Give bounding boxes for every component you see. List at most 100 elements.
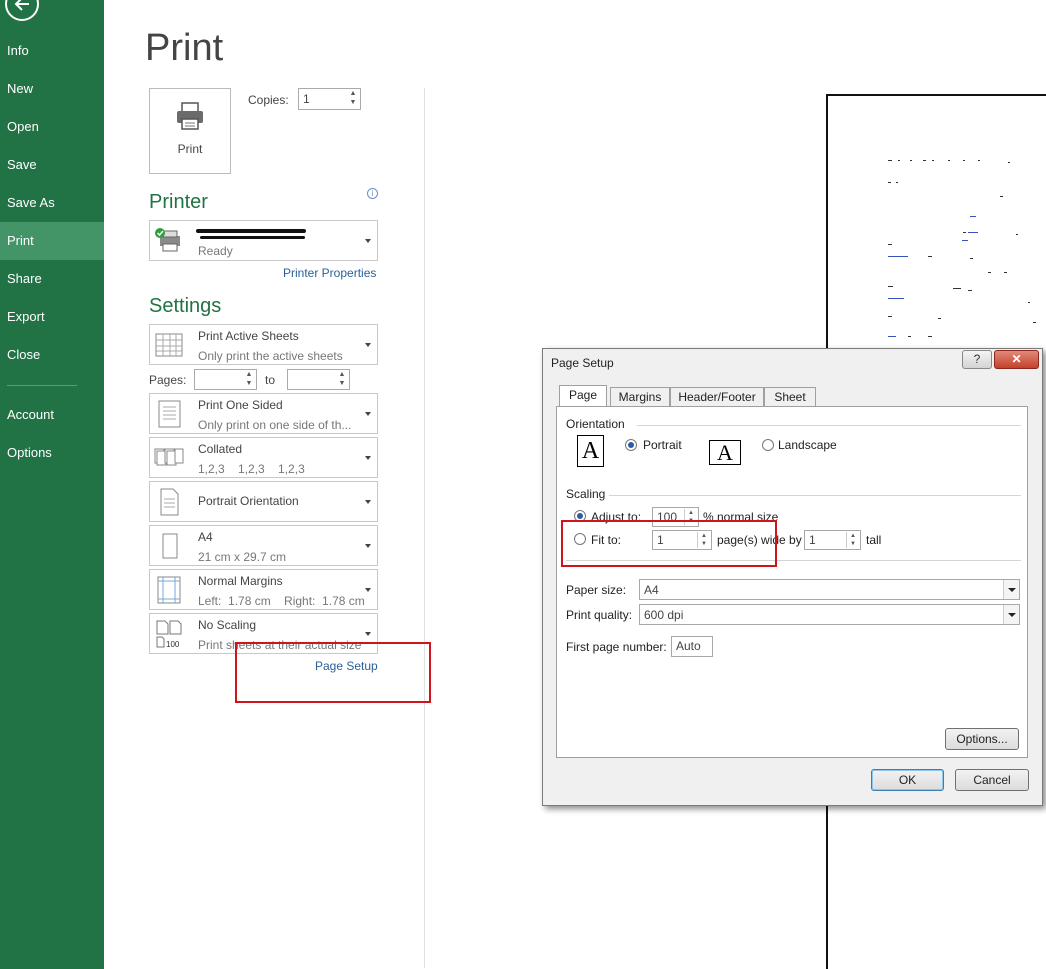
tab-sheet[interactable]: Sheet — [764, 387, 816, 407]
pages-to-down-icon[interactable]: ▼ — [337, 380, 347, 388]
margins-dropdown[interactable]: Normal Margins Left: 1.78 cm Right: 1.78… — [149, 569, 378, 610]
chevron-down-icon — [365, 543, 371, 548]
nav-print[interactable]: Print — [0, 222, 104, 260]
pages-from-up-icon[interactable]: ▲ — [244, 371, 254, 379]
collated-icon — [154, 448, 184, 466]
page-setup-dialog: Page Setup ? ✕ Page Margins Header/Foote… — [542, 348, 1043, 806]
pages-label: Pages: — [149, 373, 187, 387]
paper-size-value: A4 — [644, 583, 659, 597]
cancel-button[interactable]: Cancel — [955, 769, 1029, 791]
copies-up-icon[interactable]: ▲ — [348, 90, 358, 98]
print-what-sub: Only print the active sheets — [198, 349, 343, 363]
nav-divider — [7, 385, 77, 386]
settings-heading: Settings — [149, 295, 222, 317]
fit-tall-input[interactable]: 1 ▲ ▼ — [804, 530, 861, 550]
print-button-label: Print — [177, 142, 203, 156]
redacted-printer-name-2 — [200, 236, 305, 239]
landscape-label[interactable]: Landscape — [778, 438, 837, 452]
margins-icon — [157, 576, 181, 604]
orientation-group-label: Orientation — [566, 417, 625, 431]
chevron-down-icon — [1003, 580, 1019, 599]
print-what-dropdown[interactable]: Print Active Sheets Only print the activ… — [149, 324, 378, 365]
chevron-down-icon — [365, 342, 371, 347]
fit-tall-spin-icon[interactable]: ▲ ▼ — [846, 532, 859, 548]
copies-input[interactable]: 1 ▲ ▼ — [298, 88, 361, 110]
pages-from-down-icon[interactable]: ▼ — [244, 380, 254, 388]
paper-size-dropdown[interactable]: A4 21 cm x 29.7 cm — [149, 525, 378, 566]
chevron-down-icon — [365, 411, 371, 416]
info-icon[interactable]: i — [367, 188, 378, 199]
printer-icon — [177, 102, 203, 130]
nav-export[interactable]: Export — [0, 298, 104, 336]
tab-margins[interactable]: Margins — [610, 387, 670, 407]
scaling-group-line — [609, 495, 1021, 496]
pages-to-up-icon[interactable]: ▲ — [337, 371, 347, 379]
dialog-title: Page Setup — [551, 356, 614, 370]
ok-button[interactable]: OK — [871, 769, 944, 791]
highlight-fit-to — [561, 520, 777, 567]
nav-save-as[interactable]: Save As — [0, 184, 104, 222]
nav-account[interactable]: Account — [0, 396, 104, 434]
collate-sub: 1,2,3 1,2,3 1,2,3 — [198, 462, 305, 476]
print-what-title: Print Active Sheets — [198, 329, 299, 343]
scaling-group-label: Scaling — [566, 487, 606, 501]
nav-open[interactable]: Open — [0, 108, 104, 146]
print-quality-select[interactable]: 600 dpi — [639, 604, 1020, 625]
redacted-printer-name — [196, 229, 306, 233]
chevron-down-icon — [365, 587, 371, 592]
printer-status: Ready — [198, 244, 233, 258]
tab-page[interactable]: Page — [559, 385, 607, 407]
portrait-radio[interactable] — [625, 439, 637, 451]
copies-label: Copies: — [248, 93, 289, 107]
paper-title: A4 — [198, 530, 213, 544]
print-quality-value: 600 dpi — [644, 608, 684, 622]
excel-backstage-print: Info New Open Save Save As Print Share E… — [0, 0, 1046, 969]
portrait-icon: A — [577, 435, 604, 467]
nav-info[interactable]: Info — [0, 32, 104, 70]
pages-from-input[interactable]: ▲ ▼ — [194, 369, 257, 390]
nav-save[interactable]: Save — [0, 146, 104, 184]
backstage-sidebar: Info New Open Save Save As Print Share E… — [0, 0, 104, 969]
nav-share[interactable]: Share — [0, 260, 104, 298]
nav-close[interactable]: Close — [0, 336, 104, 374]
printer-status-icon — [155, 228, 180, 252]
print-button[interactable]: Print — [149, 88, 231, 174]
options-button[interactable]: Options... — [945, 728, 1019, 750]
orientation-dropdown[interactable]: Portrait Orientation — [149, 481, 378, 522]
copies-down-icon[interactable]: ▼ — [348, 99, 358, 107]
margins-sub: Left: 1.78 cm Right: 1.78 cm — [198, 594, 365, 608]
sides-dropdown[interactable]: Print One Sided Only print on one side o… — [149, 393, 378, 434]
collate-dropdown[interactable]: Collated 1,2,3 1,2,3 1,2,3 — [149, 437, 378, 478]
tall-label: tall — [866, 533, 882, 547]
printer-properties-link[interactable]: Printer Properties — [283, 266, 376, 280]
portrait-page-icon — [160, 488, 179, 516]
paper-size-select[interactable]: A4 — [639, 579, 1020, 600]
tab-header-footer[interactable]: Header/Footer — [670, 387, 764, 407]
back-arrow-button[interactable] — [5, 0, 39, 21]
first-page-label: First page number: — [566, 640, 667, 654]
copies-value: 1 — [303, 92, 310, 106]
chevron-down-icon — [365, 455, 371, 460]
portrait-label[interactable]: Portrait — [643, 438, 682, 452]
first-page-value: Auto — [676, 639, 701, 653]
orientation-title: Portrait Orientation — [198, 494, 299, 508]
close-button[interactable]: ✕ — [994, 350, 1039, 369]
landscape-radio[interactable] — [762, 439, 774, 451]
first-page-input[interactable]: Auto — [671, 636, 713, 657]
help-button[interactable]: ? — [962, 350, 992, 369]
pages-to-input[interactable]: ▲ ▼ — [287, 369, 350, 390]
chevron-down-icon — [365, 499, 371, 504]
svg-text:100: 100 — [166, 640, 180, 649]
paper-sub: 21 cm x 29.7 cm — [198, 550, 287, 564]
sides-title: Print One Sided — [198, 398, 283, 412]
paper-size-label: Paper size: — [566, 583, 627, 597]
page-tab-panel: Orientation A Portrait A Landscape Scali… — [556, 406, 1028, 758]
scaling-title: No Scaling — [198, 618, 257, 632]
back-arrow-icon — [14, 0, 29, 11]
highlight-page-setup — [235, 642, 431, 703]
orientation-group-line — [637, 425, 1021, 426]
nav-new[interactable]: New — [0, 70, 104, 108]
printer-dropdown[interactable]: Ready — [149, 220, 378, 261]
nav-options[interactable]: Options — [0, 434, 104, 472]
to-label: to — [265, 373, 276, 387]
